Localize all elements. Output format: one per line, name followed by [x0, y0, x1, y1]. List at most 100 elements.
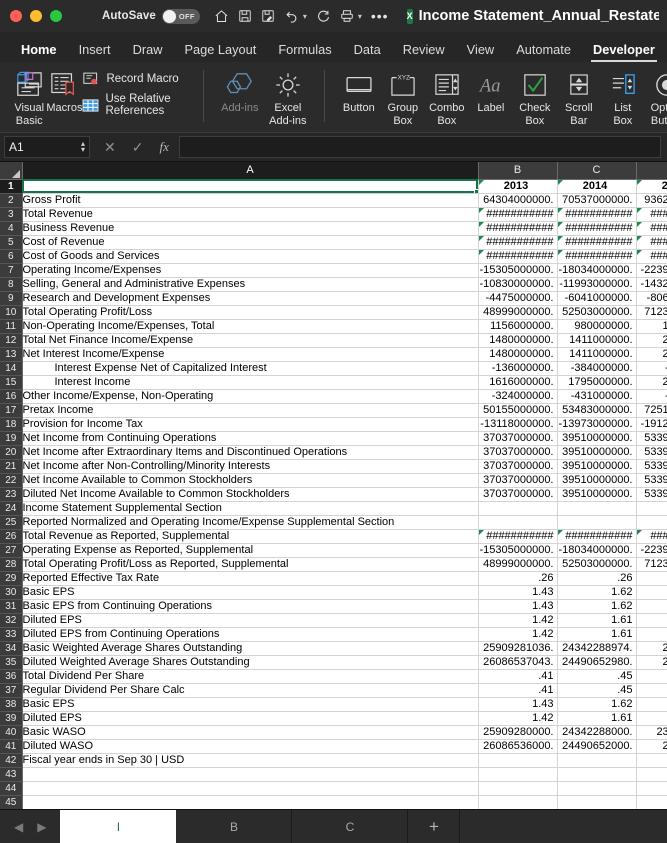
cell-D32[interactable]: 2: [636, 613, 667, 628]
cell-C21[interactable]: 39510000000.: [557, 459, 637, 474]
cell-A10[interactable]: Total Operating Profit/Loss: [22, 305, 479, 320]
row-header-16[interactable]: 16: [0, 389, 23, 404]
cell-C28[interactable]: 52503000000.: [557, 557, 637, 572]
cell-C26[interactable]: ###########: [557, 529, 637, 544]
row-header-41[interactable]: 41: [0, 739, 23, 754]
cell-D19[interactable]: 53394000000: [636, 431, 667, 446]
cell-B2[interactable]: 64304000000.: [478, 193, 558, 208]
row-header-45[interactable]: 45: [0, 795, 23, 809]
cell-B30[interactable]: 1.43: [478, 585, 558, 600]
form-control-list-box[interactable]: List Box: [601, 66, 645, 127]
cell-A25[interactable]: Reported Normalized and Operating Income…: [22, 515, 479, 530]
redo-icon[interactable]: [316, 9, 331, 24]
cell-B21[interactable]: 37037000000.: [478, 459, 558, 474]
cell-A22[interactable]: Net Income Available to Common Stockhold…: [22, 473, 479, 488]
cell-D8[interactable]: -14329000000: [636, 277, 667, 292]
tab-insert[interactable]: Insert: [68, 42, 122, 62]
cell-C12[interactable]: 1411000000.: [557, 333, 637, 348]
cell-C40[interactable]: 24342288000.: [557, 725, 637, 740]
cell-A42[interactable]: Fiscal year ends in Sep 30 | USD: [22, 753, 479, 768]
select-all-corner[interactable]: [0, 162, 23, 180]
cell-C29[interactable]: .26: [557, 571, 637, 586]
close-window-button[interactable]: [10, 10, 22, 22]
cell-B33[interactable]: 1.42: [478, 627, 558, 642]
add-ins-button[interactable]: Add-ins: [216, 66, 264, 115]
cell-C17[interactable]: 53483000000.: [557, 403, 637, 418]
cell-A13[interactable]: Net Interest Income/Expense: [22, 347, 479, 362]
cell-A26[interactable]: Total Revenue as Reported, Supplemental: [22, 529, 479, 544]
cell-D18[interactable]: -19121000000: [636, 417, 667, 432]
cell-A31[interactable]: Basic EPS from Continuing Operations: [22, 599, 479, 614]
cell-D7[interactable]: -22396000000: [636, 263, 667, 278]
cell-C42[interactable]: [557, 753, 637, 768]
tab-automate[interactable]: Automate: [505, 42, 582, 62]
cell-D11[interactable]: 12850000: [636, 319, 667, 334]
cell-D23[interactable]: 53394000000: [636, 487, 667, 502]
record-macro-button[interactable]: Record Macro: [82, 70, 190, 88]
cell-A32[interactable]: Diluted EPS: [22, 613, 479, 628]
sheet-tab-1[interactable]: I: [60, 810, 177, 843]
cell-B13[interactable]: 1480000000.: [478, 347, 558, 362]
cell-B16[interactable]: -324000000.: [478, 389, 558, 404]
cell-D10[interactable]: 71230000000: [636, 305, 667, 320]
cell-A9[interactable]: Research and Development Expenses: [22, 291, 479, 306]
cell-D37[interactable]: [636, 683, 667, 698]
row-header-21[interactable]: 21: [0, 459, 23, 474]
cell-C15[interactable]: 1795000000.: [557, 375, 637, 390]
cell-C20[interactable]: 39510000000.: [557, 445, 637, 460]
tab-draw[interactable]: Draw: [122, 42, 174, 62]
row-header-33[interactable]: 33: [0, 627, 23, 642]
cell-A3[interactable]: Total Revenue: [22, 207, 479, 222]
cell-B1[interactable]: 2013: [478, 179, 558, 194]
cell-D31[interactable]: 2: [636, 599, 667, 614]
cell-A36[interactable]: Total Dividend Per Share: [22, 669, 479, 684]
row-header-24[interactable]: 24: [0, 501, 23, 516]
cell-A38[interactable]: Basic EPS: [22, 697, 479, 712]
cell-C44[interactable]: [557, 781, 637, 796]
cell-C2[interactable]: 70537000000.: [557, 193, 637, 208]
cell-D9[interactable]: -8067000000: [636, 291, 667, 306]
cell-A45[interactable]: [22, 795, 479, 809]
cell-D12[interactable]: 21880000: [636, 333, 667, 348]
spreadsheet-grid[interactable]: A B C D 12013201420152Gross Profit643040…: [0, 162, 667, 809]
cell-A35[interactable]: Diluted Weighted Average Shares Outstand…: [22, 655, 479, 670]
cell-D22[interactable]: 53394000000: [636, 473, 667, 488]
row-header-22[interactable]: 22: [0, 473, 23, 488]
visual-basic-button[interactable]: Visual Basic: [12, 66, 46, 127]
tab-page-layout[interactable]: Page Layout: [173, 42, 267, 62]
cell-B34[interactable]: 25909281036.: [478, 641, 558, 656]
row-header-18[interactable]: 18: [0, 417, 23, 432]
cell-D17[interactable]: 72515000000: [636, 403, 667, 418]
cell-C1[interactable]: 2014: [557, 179, 637, 194]
form-control-label[interactable]: Aa Label: [469, 66, 513, 115]
cell-A33[interactable]: Diluted EPS from Continuing Operations: [22, 627, 479, 642]
fx-icon[interactable]: fx: [159, 139, 168, 155]
cell-C6[interactable]: ###########: [557, 249, 637, 264]
cell-A16[interactable]: Other Income/Expense, Non-Operating: [22, 389, 479, 404]
undo-icon[interactable]: [284, 9, 299, 24]
cell-A6[interactable]: Cost of Goods and Services: [22, 249, 479, 264]
print-icon[interactable]: [340, 9, 354, 23]
cell-A21[interactable]: Net Income after Non-Controlling/Minorit…: [22, 459, 479, 474]
column-header-c[interactable]: C: [557, 162, 637, 180]
tab-developer[interactable]: Developer: [582, 42, 666, 62]
cell-A11[interactable]: Non-Operating Income/Expenses, Total: [22, 319, 479, 334]
cell-A4[interactable]: Business Revenue: [22, 221, 479, 236]
cell-C22[interactable]: 39510000000.: [557, 473, 637, 488]
row-header-38[interactable]: 38: [0, 697, 23, 712]
cell-B12[interactable]: 1480000000.: [478, 333, 558, 348]
cell-B9[interactable]: -4475000000.: [478, 291, 558, 306]
row-header-14[interactable]: 14: [0, 361, 23, 376]
cell-A5[interactable]: Cost of Revenue: [22, 235, 479, 250]
cell-C13[interactable]: 1411000000.: [557, 347, 637, 362]
tab-review[interactable]: Review: [392, 42, 456, 62]
cell-B39[interactable]: 1.42: [478, 711, 558, 726]
cell-B45[interactable]: [478, 795, 558, 809]
row-header-44[interactable]: 44: [0, 781, 23, 796]
cell-C16[interactable]: -431000000.: [557, 389, 637, 404]
cell-D29[interactable]: [636, 571, 667, 586]
cell-B7[interactable]: -15305000000.: [478, 263, 558, 278]
tab-data[interactable]: Data: [343, 42, 392, 62]
cell-A1[interactable]: [22, 179, 479, 194]
cell-D4[interactable]: ##########: [636, 221, 667, 236]
